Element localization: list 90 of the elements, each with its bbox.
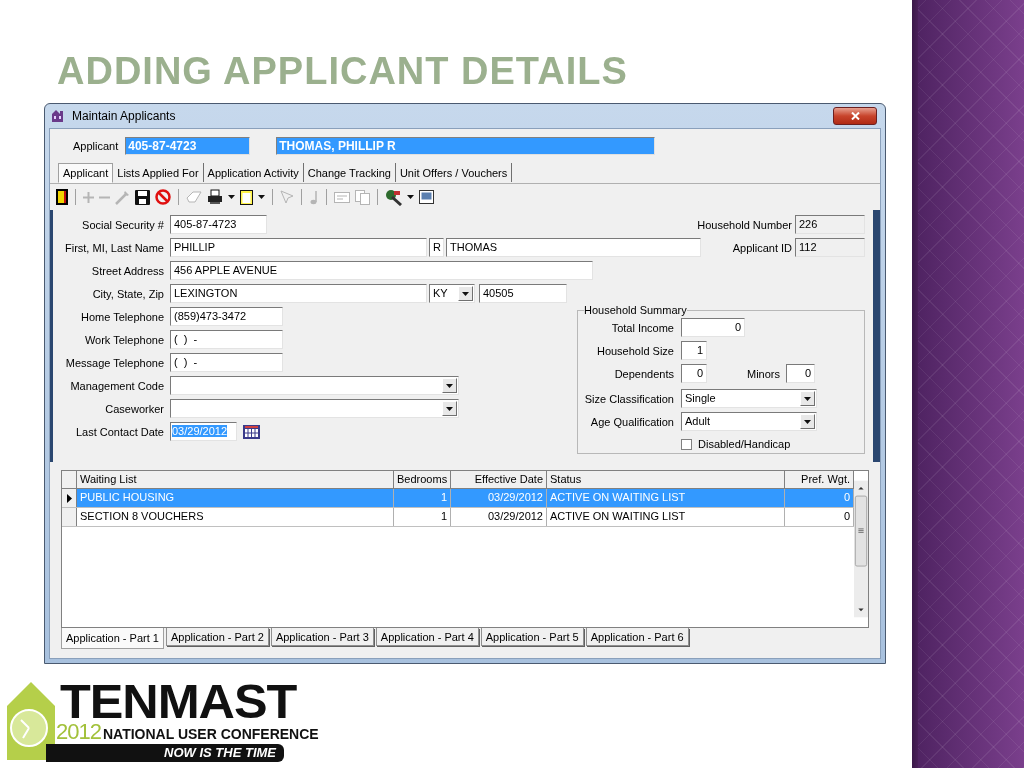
field-label: Total Income xyxy=(610,321,674,334)
text-field[interactable]: 0 xyxy=(681,318,745,337)
caret-icon[interactable] xyxy=(407,195,414,199)
text-field[interactable]: ( ) - xyxy=(170,330,283,349)
caret-icon[interactable] xyxy=(804,396,811,401)
tab[interactable]: Application - Part 6 xyxy=(585,628,689,646)
column-header[interactable]: Bedrooms xyxy=(394,471,451,488)
text-field[interactable]: R xyxy=(429,238,444,257)
field-label: First, MI, Last Name xyxy=(63,241,164,254)
field-label: Household Number xyxy=(697,218,792,231)
caret-icon[interactable] xyxy=(804,419,811,424)
text-field[interactable]: 456 APPLE AVENUE xyxy=(170,261,593,280)
tools-icon[interactable] xyxy=(385,188,402,206)
field-label: Last Contact Date xyxy=(74,425,164,438)
table-cell: 1 xyxy=(394,489,451,507)
slide-title: ADDING APPLICANT DETAILS xyxy=(56,49,628,94)
group-title: Household Summary xyxy=(584,304,687,316)
text-field[interactable]: 40505 xyxy=(479,284,567,303)
column-header[interactable]: Effective Date xyxy=(451,471,547,488)
dropdown-field[interactable]: Single xyxy=(681,389,817,408)
caret-icon[interactable] xyxy=(228,195,235,199)
text-field[interactable]: (859)473-3472 xyxy=(170,307,283,326)
tab[interactable]: Application - Part 4 xyxy=(375,628,479,646)
logo-subtitle: NATIONAL USER CONFERENCE xyxy=(102,726,319,742)
table-cell: 03/29/2012 xyxy=(451,508,547,526)
logo-tagline: NOW IS THE TIME xyxy=(46,744,284,762)
window-title: Maintain Applicants xyxy=(72,109,176,123)
table-cell: ACTIVE ON WAITING LIST xyxy=(547,508,785,526)
field-label: Work Telephone xyxy=(83,333,164,346)
caret-icon[interactable] xyxy=(462,291,469,296)
dropdown-field[interactable] xyxy=(170,376,459,395)
field-label: Message Telephone xyxy=(64,356,164,369)
checkbox[interactable] xyxy=(681,438,692,450)
field-label: Applicant xyxy=(73,140,119,152)
field-label: Age Qualification xyxy=(589,415,674,428)
close-button[interactable] xyxy=(833,107,877,125)
tab[interactable]: Unit Offers / Vouchers xyxy=(395,163,513,182)
table-row[interactable]: SECTION 8 VOUCHERS 1 03/29/2012 ACTIVE ON WAITING LIST 0 xyxy=(62,508,854,527)
close-icon xyxy=(850,112,860,120)
field-label: Minors xyxy=(747,367,780,380)
tab[interactable]: Application Activity xyxy=(203,163,304,182)
field-label: Size Classification xyxy=(583,392,674,405)
table-cell: 1 xyxy=(394,508,451,526)
row-pointer-icon xyxy=(66,493,72,503)
door-icon[interactable] xyxy=(56,189,68,205)
calendar-icon[interactable] xyxy=(243,424,260,439)
table-cell: ACTIVE ON WAITING LIST xyxy=(547,489,785,507)
text-field[interactable]: 0 xyxy=(786,364,815,383)
text-field[interactable]: ( ) - xyxy=(170,353,283,372)
field-label: Applicant ID xyxy=(732,241,792,254)
tab[interactable]: Application - Part 3 xyxy=(270,628,374,646)
column-header[interactable]: Status xyxy=(547,471,785,488)
dropdown-field[interactable]: KY xyxy=(429,284,475,303)
text-field[interactable]: PHILLIP xyxy=(170,238,427,257)
logo-year: 2012 xyxy=(56,722,101,742)
text-field[interactable]: LEXINGTON xyxy=(170,284,427,303)
table-cell: SECTION 8 VOUCHERS xyxy=(77,508,394,526)
text-field[interactable]: 1 xyxy=(681,341,707,360)
field-label: Social Security # xyxy=(81,218,164,231)
text-field[interactable]: THOMAS xyxy=(446,238,701,257)
picture-icon[interactable] xyxy=(419,190,434,204)
column-header[interactable]: Waiting List xyxy=(77,471,394,488)
caret-icon[interactable] xyxy=(446,383,453,388)
field-label: Dependents xyxy=(613,367,674,380)
tab[interactable]: Change Tracking xyxy=(303,163,396,182)
caret-icon[interactable] xyxy=(446,406,453,411)
caret-icon[interactable] xyxy=(258,195,265,199)
dropdown-field[interactable] xyxy=(170,399,459,418)
printer-icon[interactable] xyxy=(207,189,223,205)
field-label: Home Telephone xyxy=(80,310,164,323)
tab[interactable]: Lists Applied For xyxy=(113,163,204,182)
logo-name: TENMAST xyxy=(60,682,297,722)
text-field[interactable]: 405-87-4723 xyxy=(170,215,267,234)
field-label: City, State, Zip xyxy=(91,287,164,300)
document-icon[interactable] xyxy=(240,189,253,205)
text-field[interactable]: 0 xyxy=(681,364,707,383)
field-label: Household Size xyxy=(595,344,674,357)
tab[interactable]: Application - Part 1 xyxy=(61,628,164,649)
tab[interactable]: Application - Part 2 xyxy=(165,628,269,646)
table-cell: PUBLIC HOUSING xyxy=(77,489,394,507)
tab[interactable]: Application - Part 5 xyxy=(480,628,584,646)
dropdown-field[interactable]: Adult xyxy=(681,412,817,431)
field-label: Management Code xyxy=(69,379,164,392)
save-icon[interactable] xyxy=(135,189,150,205)
field-label: Caseworker xyxy=(104,402,164,415)
table-cell: 03/29/2012 xyxy=(451,489,547,507)
checkbox-label: Disabled/Handicap xyxy=(698,438,791,450)
cancel-icon[interactable] xyxy=(155,189,171,205)
tab[interactable]: Applicant xyxy=(58,163,114,183)
field-label: Street Address xyxy=(90,264,164,277)
